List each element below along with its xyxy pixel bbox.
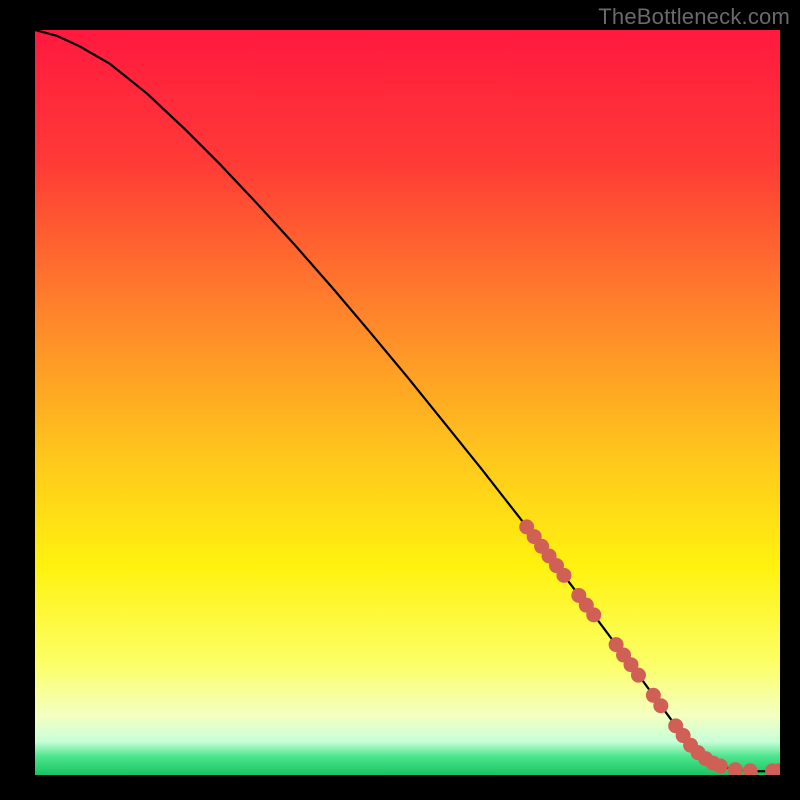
highlight-point [653,698,668,713]
highlight-point [631,668,646,683]
highlight-point [728,762,743,777]
attribution-label: TheBottleneck.com [598,4,790,30]
highlight-point [713,759,728,774]
highlight-point [773,763,788,778]
highlight-point [556,568,571,583]
chart-stage: TheBottleneck.com [0,0,800,800]
gradient-background [35,30,780,775]
bottleneck-chart [0,0,800,800]
highlight-point [586,607,601,622]
highlight-point [743,763,758,778]
